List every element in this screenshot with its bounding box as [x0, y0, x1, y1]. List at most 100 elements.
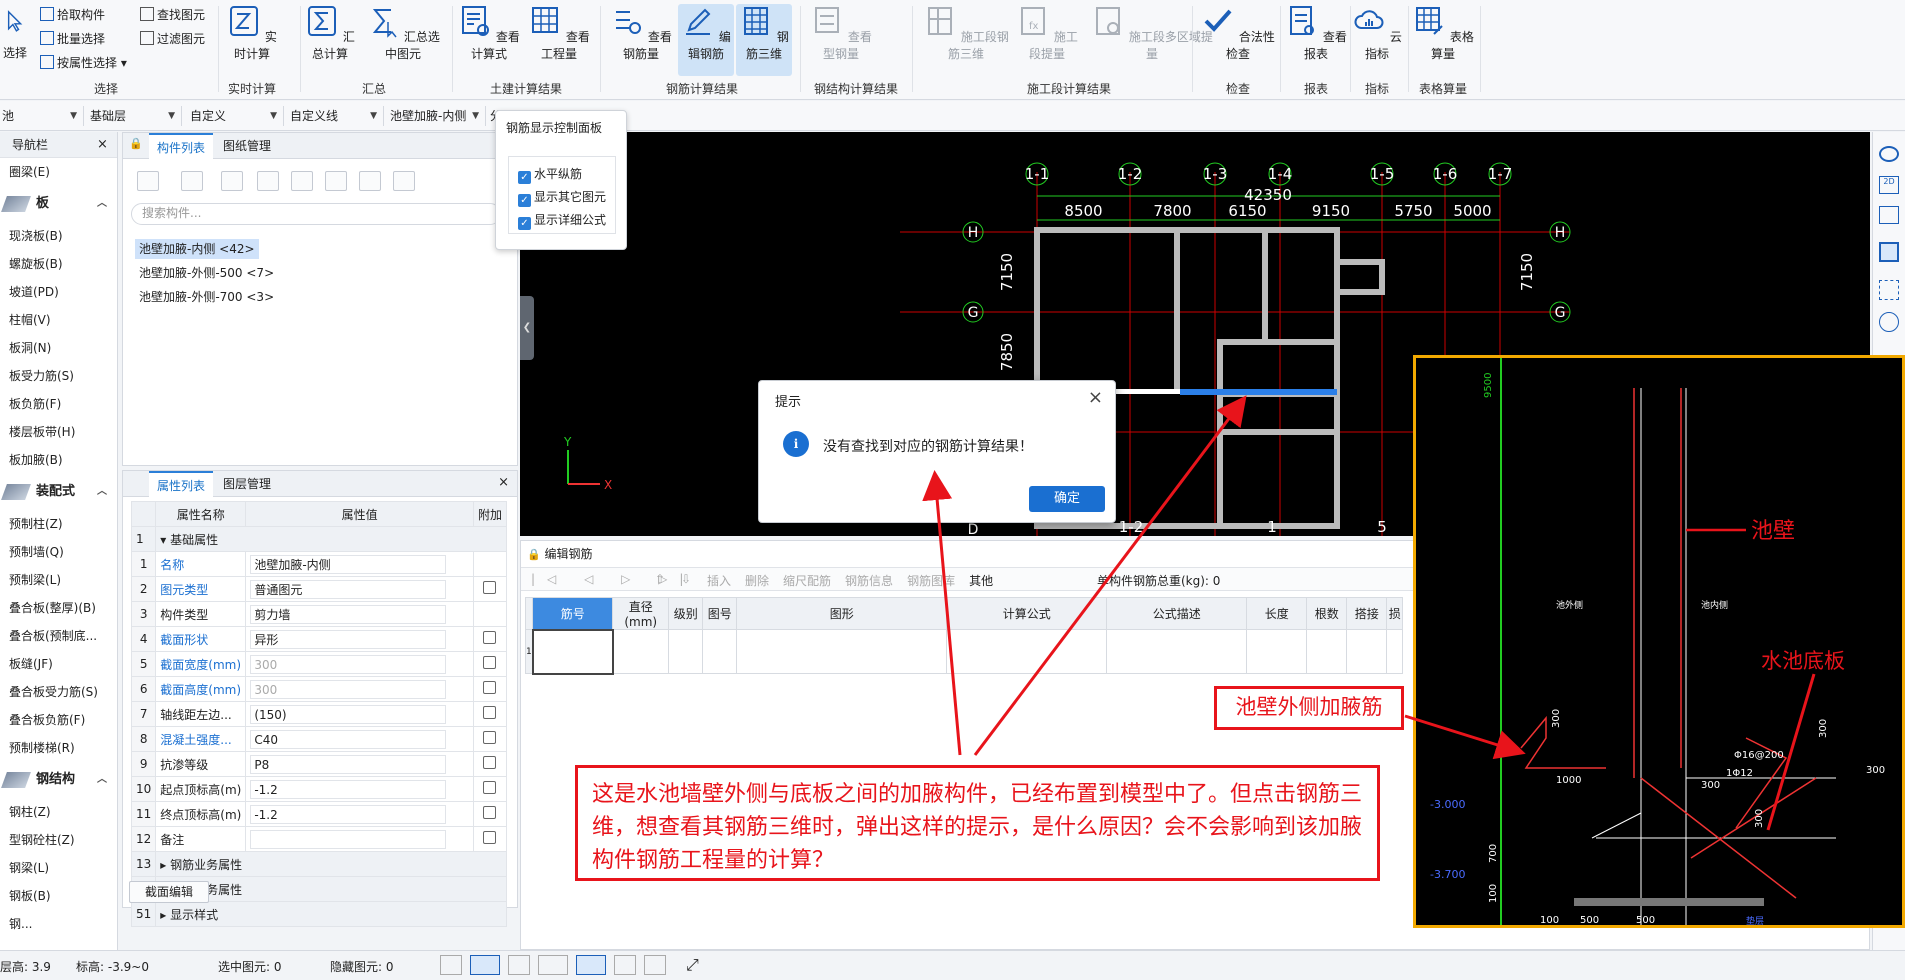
- value-field[interactable]: 异形: [250, 629, 447, 649]
- filter-list-icon[interactable]: [359, 171, 381, 191]
- property-row[interactable]: 12 备注: [130, 826, 508, 852]
- view-formula-button[interactable]: 查看计算式: [456, 4, 522, 62]
- nav-category-prefab[interactable]: 装配式 ︿: [0, 474, 117, 510]
- select-by-attribute-button[interactable]: 按属性选择 ▾: [40, 53, 127, 73]
- property-row[interactable]: 11 终点顶标高(m) -1.2: [130, 801, 508, 827]
- filter-element-button[interactable]: 过滤图元: [140, 29, 205, 49]
- property-row[interactable]: 7 轴线距左边... (150): [130, 701, 508, 727]
- property-value[interactable]: 300: [245, 676, 474, 702]
- property-value[interactable]: [245, 826, 474, 852]
- rebar-cell[interactable]: [668, 629, 704, 674]
- value-field[interactable]: 300: [250, 654, 447, 674]
- settings-icon[interactable]: [1879, 312, 1899, 332]
- rebar-cell[interactable]: [1346, 629, 1388, 674]
- rebar-toolbar-item[interactable]: 缩尺配筋: [783, 574, 831, 588]
- nav-item[interactable]: 预制柱(Z): [0, 510, 117, 538]
- move-up-icon[interactable]: ⇧: [655, 572, 665, 586]
- rebar-cell[interactable]: [1106, 629, 1248, 674]
- rebar-cell[interactable]: [702, 629, 738, 674]
- snap-icon[interactable]: [470, 955, 500, 975]
- rebar-cell[interactable]: [946, 629, 1108, 674]
- arc-icon[interactable]: [644, 955, 666, 975]
- attach-checkbox[interactable]: [483, 631, 497, 644]
- attach-checkbox[interactable]: [483, 831, 497, 844]
- angle-icon[interactable]: [538, 955, 568, 975]
- pick-component-button[interactable]: 拾取构件: [40, 5, 105, 25]
- selected-wing-element[interactable]: [1180, 389, 1337, 395]
- value-field[interactable]: (150): [250, 704, 447, 724]
- rebar-cell[interactable]: [1386, 629, 1404, 674]
- new-component-icon[interactable]: [137, 171, 159, 191]
- section-edit-button[interactable]: 截面编辑: [129, 881, 209, 903]
- attach-checkbox[interactable]: [483, 731, 497, 744]
- property-value[interactable]: 剪力墙: [245, 601, 474, 627]
- nav-item[interactable]: 板受力筋(S): [0, 362, 117, 390]
- ortho-icon[interactable]: [440, 955, 462, 975]
- summary-calc-button[interactable]: 汇总计算: [300, 4, 360, 62]
- nav-item[interactable]: 板洞(N): [0, 334, 117, 362]
- property-row[interactable]: 9 抗渗等级 P8: [130, 751, 508, 777]
- nav-item[interactable]: 柱帽(V): [0, 306, 117, 334]
- attach-checkbox[interactable]: [483, 681, 497, 694]
- property-value[interactable]: P8: [245, 751, 474, 777]
- component-item[interactable]: 池壁加腋-内侧 <42>: [135, 239, 259, 259]
- tab-drawing-manage[interactable]: 图纸管理: [215, 133, 279, 159]
- cube-icon[interactable]: [1879, 242, 1899, 262]
- nav-item[interactable]: 型钢砼柱(Z): [0, 826, 117, 854]
- component-dropdown[interactable]: 池壁加腋-内侧 ▼: [388, 106, 486, 126]
- component-item[interactable]: 池壁加腋-外侧-500 <7>: [135, 263, 278, 283]
- category-dropdown[interactable]: 池 ▼: [0, 106, 84, 126]
- copy-component-icon[interactable]: [181, 171, 203, 191]
- value-field[interactable]: 普通图元: [250, 579, 447, 599]
- property-row[interactable]: 4 截面形状 异形: [130, 626, 508, 652]
- tab-properties[interactable]: 属性列表: [149, 471, 214, 497]
- rebar-cell[interactable]: [1306, 629, 1348, 674]
- fullscreen-icon[interactable]: ⤢: [686, 955, 699, 975]
- sort-icon[interactable]: [325, 171, 347, 191]
- property-row[interactable]: 6 截面高度(mm) 300: [130, 676, 508, 702]
- floor-dropdown[interactable]: 基础层 ▼: [88, 106, 182, 126]
- nav-item[interactable]: 预制梁(L): [0, 566, 117, 594]
- property-value[interactable]: -1.2: [245, 801, 474, 827]
- view-report-button[interactable]: 查看报表: [1284, 4, 1348, 62]
- view-3d-icon[interactable]: [1879, 206, 1899, 224]
- value-field[interactable]: -1.2: [250, 779, 447, 799]
- nav-item[interactable]: 板负筋(F): [0, 390, 117, 418]
- component-item[interactable]: 池壁加腋-外侧-700 <3>: [135, 287, 278, 307]
- rebar-toolbar-item[interactable]: 钢筋图库: [907, 574, 955, 588]
- cross-icon[interactable]: [508, 955, 530, 975]
- attach-checkbox[interactable]: [483, 581, 497, 594]
- stage-rebar-3d-button[interactable]: 施工段钢筋三维: [920, 4, 1012, 62]
- custom-dropdown[interactable]: 自定义 ▼: [188, 106, 284, 126]
- rebar-cell-id[interactable]: [531, 628, 614, 675]
- property-row[interactable]: 1 名称 池壁加腋-内侧: [130, 551, 508, 577]
- pin-icon[interactable]: 🔒: [129, 137, 143, 150]
- ok-button[interactable]: 确定: [1029, 486, 1105, 512]
- cloud-index-button[interactable]: 云指标: [1352, 4, 1402, 62]
- collapse-panel-handle[interactable]: ❮: [520, 296, 534, 360]
- property-row[interactable]: 10 起点顶标高(m) -1.2: [130, 776, 508, 802]
- tab-component-list[interactable]: 构件列表: [149, 133, 214, 159]
- property-value[interactable]: 300: [245, 651, 474, 677]
- rebar-toolbar-item[interactable]: 其他: [969, 574, 993, 588]
- property-row[interactable]: 5 截面宽度(mm) 300: [130, 651, 508, 677]
- nav-item[interactable]: 坡道(PD): [0, 278, 117, 306]
- select-button[interactable]: 选择: [0, 4, 30, 61]
- rebar-cell[interactable]: [1246, 629, 1308, 674]
- rebar-toolbar-item[interactable]: 钢筋信息: [845, 574, 893, 588]
- attach-checkbox[interactable]: [483, 781, 497, 794]
- component-search-input[interactable]: 搜索构件...: [131, 203, 501, 225]
- nav-item[interactable]: 预制墙(Q): [0, 538, 117, 566]
- realtime-calc-button[interactable]: 实时计算: [222, 4, 282, 62]
- nav-item[interactable]: 楼层板带(H): [0, 418, 117, 446]
- nav-item[interactable]: 钢...: [0, 910, 117, 938]
- rebar-toolbar-item[interactable]: 删除: [745, 574, 769, 588]
- nav-item[interactable]: 钢柱(Z): [0, 798, 117, 826]
- nav-item[interactable]: 叠合板负筋(F): [0, 706, 117, 734]
- display-options-icon[interactable]: [393, 171, 415, 191]
- table-row[interactable]: 1: [524, 628, 1404, 675]
- tab-layer-manage[interactable]: 图层管理: [215, 471, 279, 497]
- edit-rebar-button[interactable]: 编辑钢筋: [678, 4, 734, 76]
- value-field[interactable]: C40: [250, 729, 447, 749]
- nav-item[interactable]: 板加腋(B): [0, 446, 117, 474]
